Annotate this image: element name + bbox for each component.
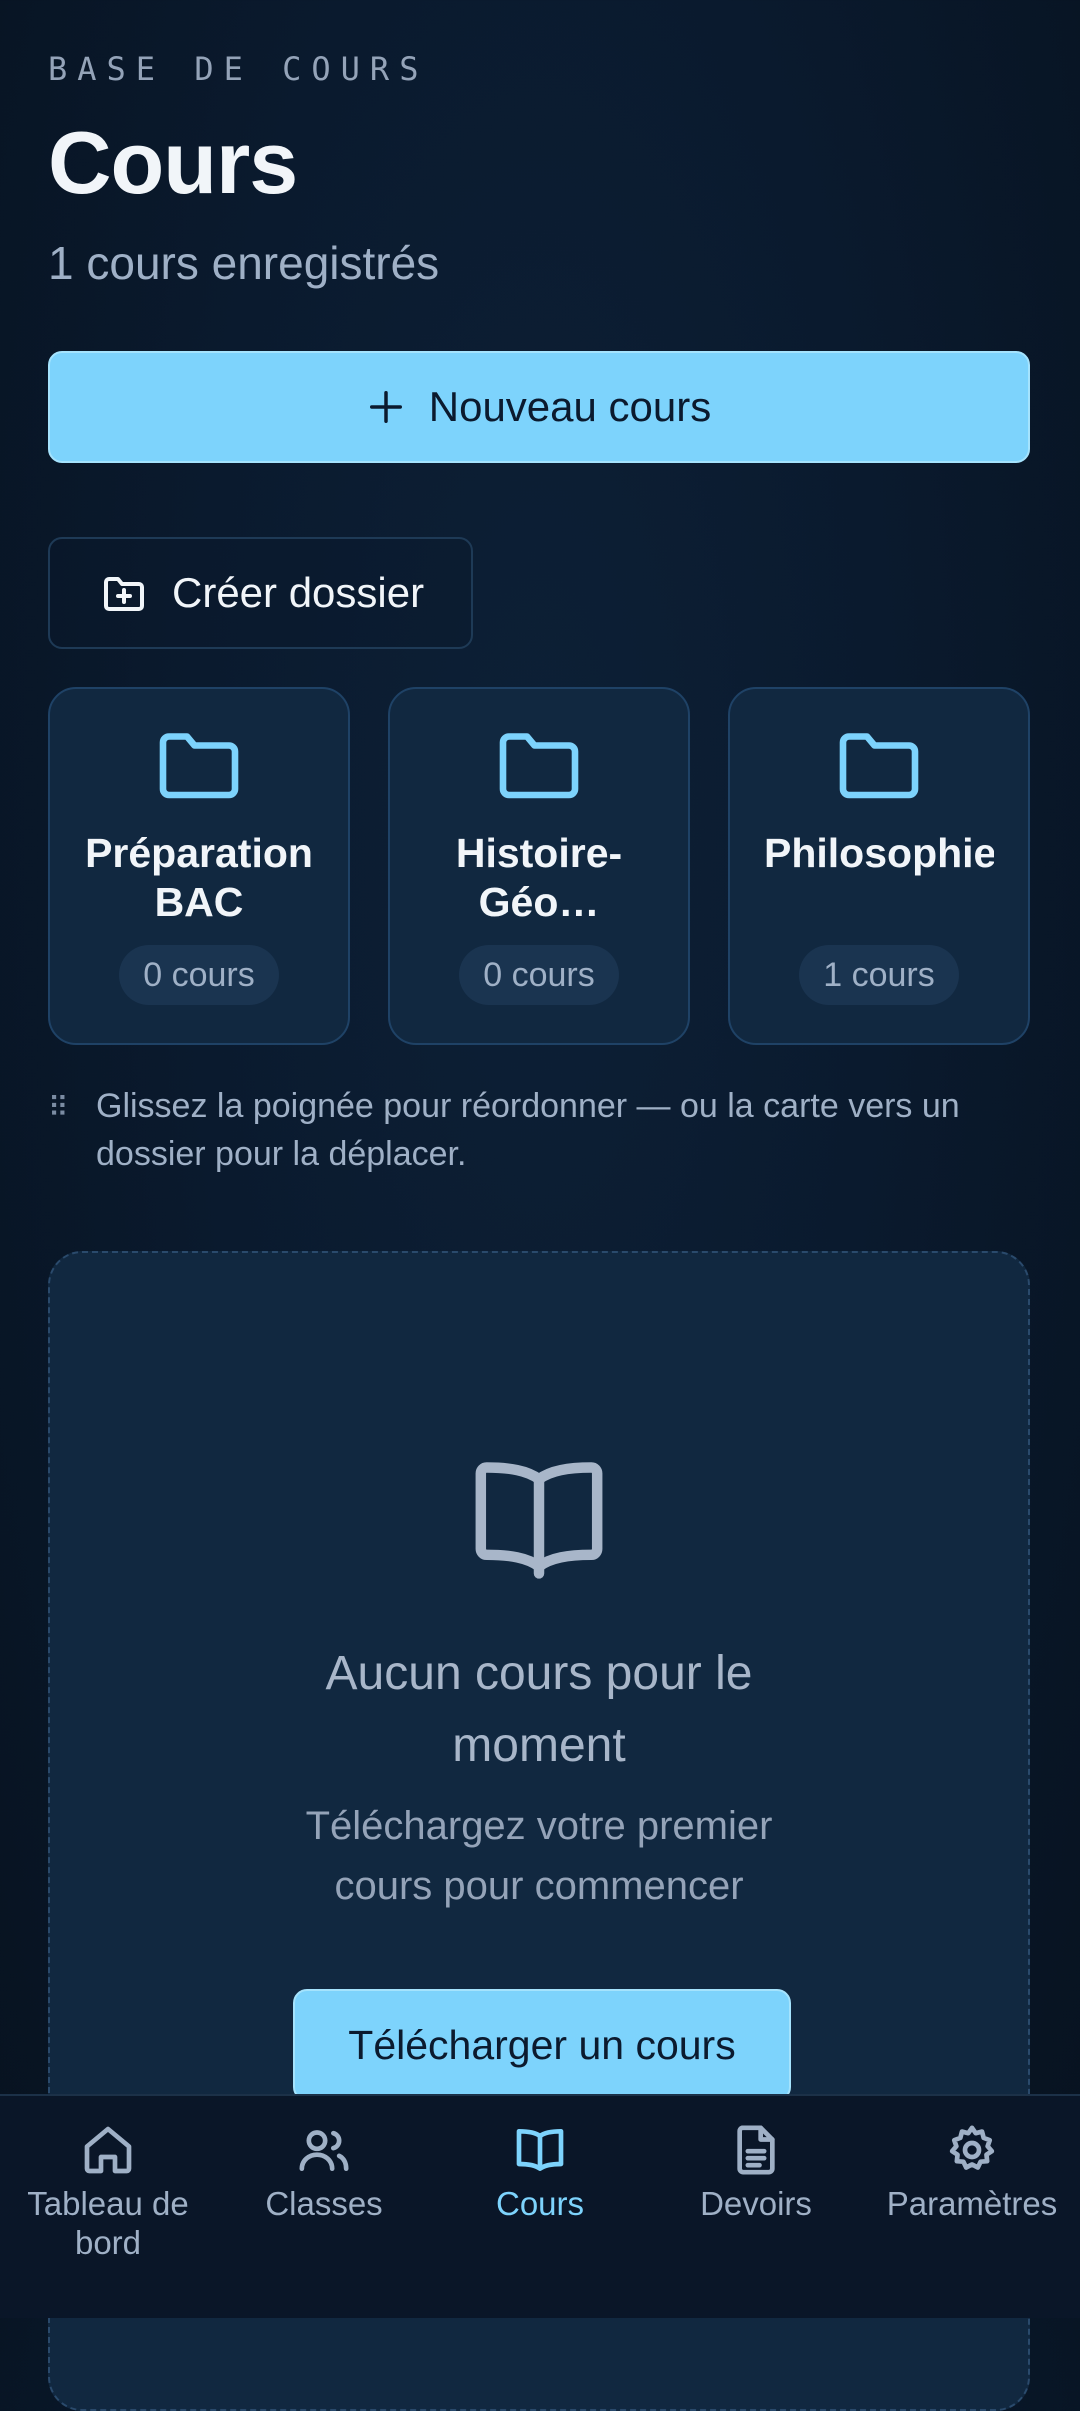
folder-plus-icon: [104, 577, 144, 611]
reorder-hint: ⠿ Glissez la poignée pour réordonner — o…: [48, 1082, 1030, 1178]
folder-grid: Préparation BAC 0 cours Histoire-Géo… 0 …: [48, 687, 1030, 1045]
folder-count-badge: 0 cours: [459, 945, 619, 1005]
course-count-subtitle: 1 cours enregistrés: [48, 237, 440, 289]
new-course-button[interactable]: Nouveau cours: [48, 351, 1030, 463]
section-eyebrow: BASE DE COURS: [48, 50, 429, 88]
folder-name: Philosophie…: [764, 830, 994, 876]
folder-card[interactable]: Préparation BAC 0 cours: [48, 687, 350, 1045]
folder-icon: [499, 733, 579, 799]
folder-card[interactable]: Histoire-Géo… 0 cours: [388, 687, 690, 1045]
document-icon: [737, 2125, 775, 2175]
folder-count-badge: 1 cours: [799, 945, 959, 1005]
upload-course-label: Télécharger un cours: [348, 2021, 736, 2068]
nav-item-courses[interactable]: Cours: [432, 2096, 648, 2318]
upload-course-button[interactable]: Télécharger un cours: [293, 1989, 791, 2101]
new-course-label: Nouveau cours: [428, 383, 712, 430]
folder-icon: [839, 733, 919, 799]
plus-icon: [369, 391, 402, 423]
nav-item-dashboard[interactable]: Tableau de bord: [0, 2096, 216, 2318]
folder-count-badge: 0 cours: [119, 945, 279, 1005]
users-icon: [299, 2130, 349, 2171]
folder-name: Histoire-Géo…: [455, 830, 623, 925]
folder-card[interactable]: Philosophie… 1 cours: [728, 687, 1030, 1045]
create-folder-button[interactable]: Créer dossier: [48, 537, 473, 649]
gear-icon: [949, 2125, 995, 2170]
create-folder-label: Créer dossier: [172, 569, 425, 616]
nav-label: Devoirs: [700, 2185, 812, 2222]
nav-label: Classes: [265, 2185, 383, 2222]
page-title: Cours: [48, 113, 298, 212]
grip-icon: ⠿: [48, 1092, 69, 1123]
bottom-nav: Tableau de bord Classes Cours Devoirs Pa…: [0, 2094, 1080, 2318]
nav-label: Cours: [495, 2185, 585, 2222]
nav-label: Paramètres: [886, 2185, 1058, 2222]
reorder-hint-text: Glissez la poignée pour réordonner — ou …: [96, 1087, 960, 1173]
nav-item-assignments[interactable]: Devoirs: [648, 2096, 864, 2318]
nav-label: Tableau de bord: [27, 2185, 189, 2261]
book-open-icon: [475, 1462, 603, 1579]
empty-state-subtitle: Téléchargez votre premier cours pour com…: [305, 1804, 773, 1908]
empty-state-title: Aucun cours pour le moment: [325, 1647, 753, 1772]
nav-item-classes[interactable]: Classes: [216, 2096, 432, 2318]
folder-name: Préparation BAC: [85, 830, 313, 925]
folder-icon: [159, 733, 239, 799]
book-open-icon: [516, 2129, 564, 2171]
home-icon: [84, 2126, 132, 2174]
nav-item-settings[interactable]: Paramètres: [864, 2096, 1080, 2318]
